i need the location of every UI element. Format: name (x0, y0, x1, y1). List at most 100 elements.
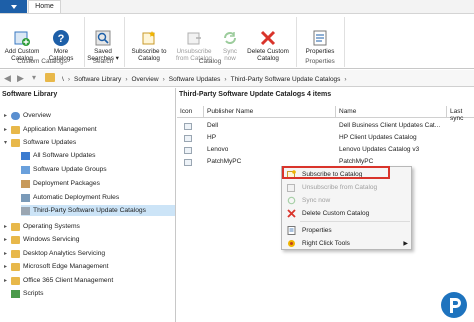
folder-icon (11, 138, 20, 147)
catalog-icon (21, 206, 30, 215)
column-header-publisher[interactable]: Publisher Name (207, 108, 253, 115)
breadcrumb-software-library[interactable]: Software Library (74, 76, 121, 83)
breadcrumb-separator: › (162, 75, 165, 83)
tree-item-software-update-groups[interactable]: Software Update Groups (21, 164, 107, 175)
catalog-row-icon (184, 123, 192, 130)
dropdown-arrow-icon (10, 4, 17, 9)
tree-item-desktop-analytics-servicing[interactable]: ▸ Desktop Analytics Servicing (4, 248, 105, 259)
tree-item-label: All Software Updates (33, 152, 96, 159)
menu-item-right-click-tools[interactable]: Right Click Tools ▶ (284, 237, 411, 249)
menu-item-properties[interactable]: Properties (284, 224, 411, 236)
table-row[interactable]: Dell Dell Business Client Updates Cat... (177, 121, 474, 132)
menu-item-delete-custom-catalog[interactable]: Delete Custom Catalog (284, 207, 411, 219)
tree-item-third-party-catalogs[interactable]: Third-Party Software Update Catalogs (21, 205, 175, 216)
tree-item-overview[interactable]: ▸ Overview (4, 110, 51, 121)
column-header-icon[interactable]: Icon (180, 108, 192, 115)
ribbon-separator (124, 17, 125, 67)
tree-item-application-management[interactable]: ▸ Application Management (4, 124, 97, 135)
back-icon[interactable]: ◀ (4, 73, 11, 84)
expand-icon[interactable]: ▸ (4, 277, 11, 284)
tab-home[interactable]: Home (28, 0, 61, 14)
sync-icon (221, 29, 239, 47)
cell-publisher: Lenovo (207, 146, 229, 153)
tree-item-operating-systems[interactable]: ▸ Operating Systems (4, 221, 80, 232)
group-label-catalog: Catalog (198, 58, 222, 65)
tree-item-label: Application Management (23, 126, 97, 133)
column-divider[interactable] (203, 106, 204, 118)
tree-item-label: Scripts (23, 290, 44, 297)
menu-item-label: Properties (302, 226, 332, 234)
help-icon: ? (52, 29, 70, 47)
submenu-arrow-icon: ▶ (403, 240, 408, 247)
breadcrumb-separator: › (125, 75, 128, 83)
breadcrumb-software-updates[interactable]: Software Updates (169, 76, 221, 83)
tree-item-label: Overview (23, 112, 51, 119)
catalog-row-icon (184, 147, 192, 154)
tree-item-deployment-packages[interactable]: Deployment Packages (21, 178, 100, 189)
properties-icon (287, 225, 296, 235)
column-divider[interactable] (335, 106, 336, 118)
table-row[interactable]: Lenovo Lenovo Updates Catalog v3 (177, 145, 474, 156)
folder-icon (11, 262, 20, 271)
menu-item-label: Delete Custom Catalog (302, 209, 370, 217)
cell-name: HP Client Updates Catalog (339, 134, 417, 141)
expand-icon[interactable]: ▸ (4, 250, 11, 257)
tree-item-scripts[interactable]: Scripts (11, 288, 43, 299)
highlight-box (282, 166, 390, 179)
tree-item-label: Third-Party Software Update Catalogs (33, 207, 146, 214)
subscribe-icon (140, 29, 158, 47)
svg-text:?: ? (58, 33, 65, 45)
folder-icon (11, 125, 20, 134)
menu-item-sync-now[interactable]: Sync now (284, 194, 411, 206)
column-header-last-sync[interactable]: Last sync (450, 108, 474, 122)
expand-icon[interactable]: ▸ (4, 126, 11, 133)
expand-icon[interactable]: ▸ (4, 263, 11, 270)
ribbon-separator (344, 17, 345, 67)
cell-publisher: Dell (207, 122, 219, 129)
menu-item-label: Unsubscribe from Catalog (302, 183, 378, 191)
tree-item-windows-servicing[interactable]: ▸ Windows Servicing (4, 234, 80, 245)
expand-icon[interactable]: ▸ (4, 223, 11, 230)
ribbon-tab-strip (0, 0, 474, 13)
expand-icon[interactable]: ▸ (4, 112, 11, 119)
column-header-name[interactable]: Name (339, 108, 356, 115)
tree-item-label: Software Update Groups (33, 166, 107, 173)
dropdown-icon[interactable]: ▾ (32, 73, 36, 82)
saved-search-icon (94, 29, 112, 47)
tree-item-label: Office 365 Client Management (23, 277, 114, 284)
properties-label: Properties (305, 48, 335, 55)
unsubscribe-icon (287, 183, 296, 192)
folder-icon (11, 222, 20, 231)
right-click-tools-icon (287, 239, 296, 248)
expand-icon[interactable]: ▸ (4, 236, 11, 243)
group-label-custom-catalogs: Custom Catalogs (17, 58, 67, 65)
properties-icon (311, 29, 329, 47)
forward-icon[interactable]: ▶ (17, 73, 24, 84)
cell-publisher: PatchMyPC (207, 158, 242, 165)
file-menu-button[interactable] (0, 0, 27, 13)
tree-item-label: Windows Servicing (23, 236, 80, 243)
delete-icon (259, 29, 277, 47)
breadcrumb-root[interactable]: \ (62, 76, 64, 83)
menu-item-unsubscribe[interactable]: Unsubscribe from Catalog (284, 181, 411, 193)
tree-title: Software Library (2, 91, 58, 98)
tree-item-microsoft-edge-management[interactable]: ▸ Microsoft Edge Management (4, 261, 109, 272)
breadcrumb-overview[interactable]: Overview (131, 76, 158, 83)
tree-item-all-software-updates[interactable]: All Software Updates (21, 150, 95, 161)
collapse-icon[interactable]: ▾ (4, 139, 11, 146)
unsubscribe-icon (185, 29, 203, 47)
column-divider[interactable] (446, 106, 447, 118)
breadcrumb-third-party-catalogs[interactable]: Third-Party Software Update Catalogs (231, 76, 341, 83)
package-icon (21, 179, 30, 188)
properties-button[interactable]: Properties (300, 29, 340, 55)
tree-item-office-365-client-management[interactable]: ▸ Office 365 Client Management (4, 275, 113, 286)
tree-item-label: Automatic Deployment Rules (33, 194, 120, 201)
ribbon: Add Custom Catalog ? More Catalogs Custo… (0, 13, 474, 69)
catalog-list-title: Third-Party Software Update Catalogs 4 i… (179, 91, 332, 98)
group-label-properties: Properties (305, 58, 335, 65)
table-row[interactable]: HP HP Client Updates Catalog (177, 133, 474, 144)
grid-header: Icon Publisher Name Name Last sync (177, 106, 474, 122)
tree-item-software-updates[interactable]: ▾ Software Updates (4, 137, 76, 148)
tree-item-automatic-deployment-rules[interactable]: Automatic Deployment Rules (21, 192, 119, 203)
delete-icon (287, 208, 296, 218)
